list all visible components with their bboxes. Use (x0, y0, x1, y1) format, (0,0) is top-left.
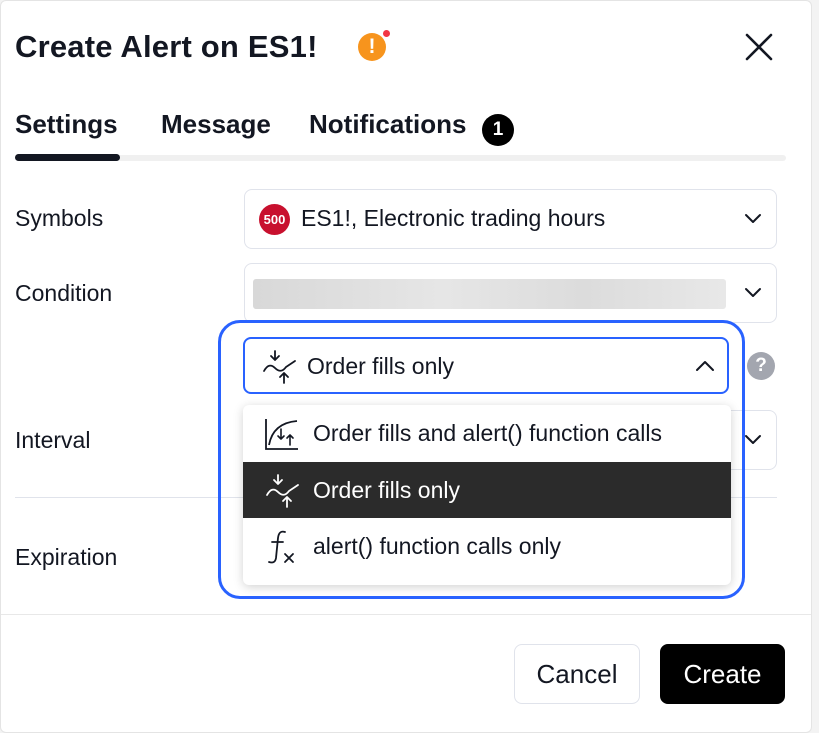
chevron-down-icon (745, 214, 761, 223)
dialog-title: Create Alert on ES1! (15, 29, 318, 64)
tab-notifications[interactable]: Notifications (309, 109, 466, 140)
chevron-up-icon (696, 361, 714, 371)
background-edge (812, 0, 819, 733)
symbols-value: ES1!, Electronic trading hours (301, 205, 606, 231)
tab-bar: Settings Message Notifications (15, 109, 786, 163)
notification-dot-icon (382, 29, 391, 38)
condition-select[interactable] (244, 263, 777, 323)
exclamation-icon[interactable]: ! (358, 33, 386, 61)
trigger-select[interactable]: Order fills only (243, 337, 729, 394)
order-fills-and-calls-icon (265, 419, 298, 450)
create-button[interactable]: Create (660, 644, 785, 704)
symbols-label: Symbols (15, 205, 104, 231)
menu-item-label: alert() function calls only (313, 533, 561, 559)
help-icon[interactable]: ? (747, 352, 775, 380)
close-icon[interactable] (742, 30, 776, 64)
interval-label: Interval (15, 427, 91, 453)
condition-value-redacted (253, 279, 726, 309)
tab-settings[interactable]: Settings (15, 109, 118, 140)
menu-item-order-fills-only[interactable]: Order fills only (243, 462, 731, 518)
symbols-select[interactable]: 500 ES1!, Electronic trading hours (244, 189, 777, 249)
active-tab-underline (15, 154, 120, 161)
menu-item-alert-calls-only[interactable]: alert() function calls only (243, 518, 731, 574)
order-fills-icon (263, 350, 296, 384)
chevron-down-icon (745, 435, 761, 444)
order-fills-icon (266, 474, 299, 508)
create-alert-dialog: Create Alert on ES1! ! Settings Message … (0, 0, 812, 733)
sp500-symbol-icon: 500 (259, 204, 290, 235)
notifications-count-badge: 1 (482, 114, 514, 146)
trigger-options-menu: Order fills and alert() function calls O… (243, 405, 731, 585)
function-fx-icon (268, 530, 294, 564)
condition-label: Condition (15, 280, 113, 306)
tab-rail (15, 155, 786, 161)
menu-item-label: Order fills and alert() function calls (313, 420, 662, 446)
expiration-label: Expiration (15, 544, 118, 570)
footer-divider (1, 614, 811, 615)
menu-item-label: Order fills only (313, 477, 460, 503)
menu-item-order-fills-and-calls[interactable]: Order fills and alert() function calls (243, 405, 731, 461)
tab-message[interactable]: Message (161, 109, 271, 140)
cancel-button[interactable]: Cancel (514, 644, 640, 704)
trigger-selected-value: Order fills only (307, 353, 454, 379)
chevron-down-icon (745, 288, 761, 297)
